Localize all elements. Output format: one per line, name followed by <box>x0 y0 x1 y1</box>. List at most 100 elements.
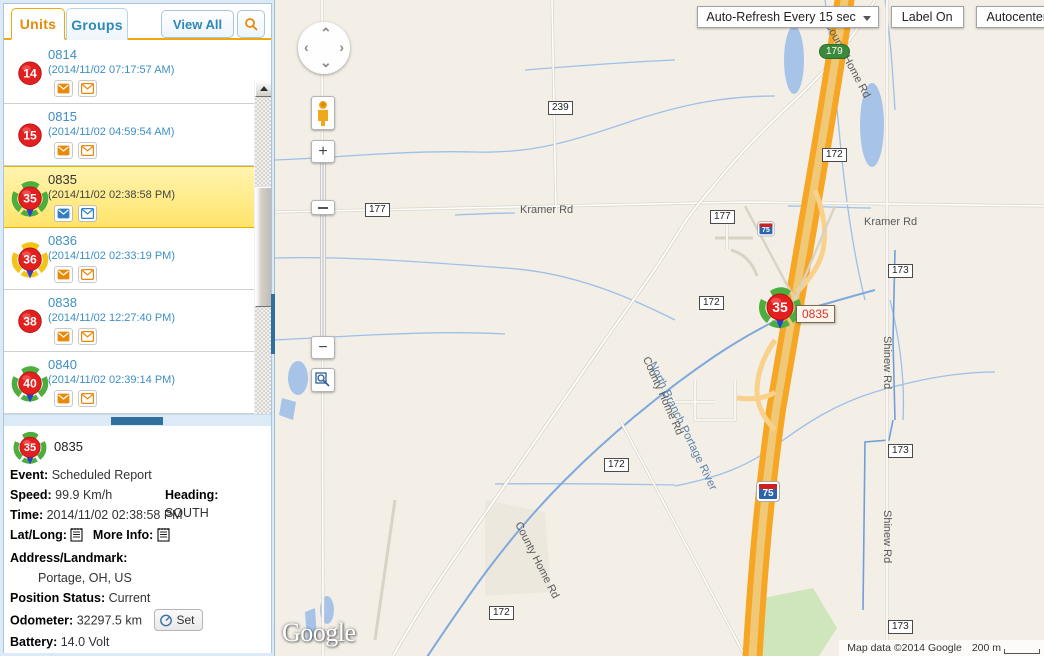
unit-name-link[interactable]: 0838 <box>48 295 77 310</box>
horizontal-splitter[interactable] <box>4 414 271 426</box>
unit-row-0814[interactable]: 14 0814 (2014/11/02 07:17:57 AM) <box>4 42 254 104</box>
left-panel: Units Groups View All 14 0814 (2014/11/02 … <box>0 0 277 656</box>
unit-row-0835[interactable]: 35 0835 (2014/11/02 02:38:58 PM) <box>4 166 254 228</box>
unit-name-link[interactable]: 0836 <box>48 233 77 248</box>
unit-row-0838[interactable]: 38 0838 (2014/11/02 12:27:40 PM) <box>4 290 254 352</box>
message-icon[interactable] <box>54 390 73 407</box>
tab-groups[interactable]: Groups <box>66 8 128 40</box>
svg-text:14: 14 <box>23 67 37 81</box>
horizontal-splitter-grip[interactable] <box>111 417 163 425</box>
time-label: Time: <box>10 508 44 522</box>
triangle-up-icon <box>259 86 268 91</box>
map-unit-label[interactable]: 0835 <box>796 305 835 323</box>
unit-marker-icon: 40 <box>10 364 50 404</box>
attribution-text: Map data ©2014 Google <box>847 642 962 654</box>
unit-row-0840[interactable]: 40 0840 (2014/11/02 02:39:14 PM) <box>4 352 254 414</box>
envelope-icon[interactable] <box>78 80 97 97</box>
unit-list-scrollbar[interactable] <box>254 80 271 414</box>
svg-text:15: 15 <box>23 129 37 143</box>
address-value: Portage, OH, US <box>38 571 132 585</box>
time-value: 2014/11/02 02:38:58 PM <box>46 508 183 522</box>
pan-right-icon[interactable]: › <box>339 39 344 55</box>
message-icon[interactable] <box>54 142 73 159</box>
unit-name-link[interactable]: 0835 <box>48 172 77 187</box>
detail-speed-row: Speed: 99.9 Km/h Heading: SOUTH <box>10 486 265 520</box>
search-button[interactable] <box>237 10 265 38</box>
set-odometer-button[interactable]: Set <box>153 609 203 631</box>
label-toggle-button[interactable]: Label On <box>890 6 964 28</box>
svg-text:35: 35 <box>24 442 36 454</box>
zoom-in-button[interactable]: + <box>311 140 335 163</box>
pegman-icon[interactable] <box>311 96 335 130</box>
sidebar-tabbar: Units Groups View All <box>4 4 271 40</box>
unit-timestamp: (2014/11/02 02:38:58 PM) <box>48 189 175 201</box>
detail-header: 35 0835 <box>10 430 265 465</box>
map-scale-bar: 200 m <box>972 642 1040 654</box>
view-all-button[interactable]: View All <box>161 10 234 38</box>
envelope-icon[interactable] <box>78 266 97 283</box>
unit-action-buttons <box>54 328 97 345</box>
unit-row-0815[interactable]: 15 0815 (2014/11/02 04:59:54 AM) <box>4 104 254 166</box>
envelope-icon[interactable] <box>78 142 97 159</box>
google-logo: Google <box>282 618 356 647</box>
map-road-label: Shinew Rd <box>881 510 893 564</box>
zoom-out-button[interactable]: − <box>311 336 335 359</box>
pan-control[interactable]: ⌃ ⌄ ‹ › <box>298 22 350 74</box>
detail-event-row: Event: Scheduled Report <box>10 466 265 484</box>
more-info-document-icon[interactable] <box>157 527 170 547</box>
tab-units-label: Units <box>19 15 57 32</box>
unit-list[interactable]: 14 0814 (2014/11/02 07:17:57 AM) 15 0815 (201… <box>4 42 271 414</box>
svg-text:35: 35 <box>23 192 37 206</box>
detail-unit-name: 0835 <box>54 439 83 454</box>
pan-left-icon[interactable]: ‹ <box>304 39 309 55</box>
unit-action-buttons <box>54 266 97 283</box>
unit-row-0836[interactable]: 36 0836 (2014/11/02 02:33:19 PM) <box>4 228 254 290</box>
autocenter-button[interactable]: Autocenter <box>975 6 1044 28</box>
set-label: Set <box>176 613 195 627</box>
zoom-slider-track[interactable] <box>320 162 326 338</box>
zoom-slider-thumb[interactable] <box>311 200 335 215</box>
message-icon[interactable] <box>54 266 73 283</box>
tab-groups-label: Groups <box>71 16 123 33</box>
message-icon[interactable] <box>54 328 73 345</box>
autocenter-text: Autocenter <box>986 10 1044 24</box>
unit-action-buttons <box>54 205 97 222</box>
interstate-75-shield-small: 75 <box>758 222 774 236</box>
label-toggle-text: Label On <box>901 10 953 24</box>
envelope-icon[interactable] <box>78 390 97 407</box>
latlong-label: Lat/Long: <box>10 528 67 542</box>
pan-up-icon[interactable]: ⌃ <box>320 25 332 42</box>
unit-name-link[interactable]: 0814 <box>48 47 77 62</box>
message-icon[interactable] <box>54 205 73 222</box>
scrollbar-thumb[interactable] <box>255 187 271 307</box>
envelope-icon[interactable] <box>78 205 97 222</box>
auto-refresh-dropdown[interactable]: Auto-Refresh Every 15 sec <box>697 6 879 28</box>
latlong-document-icon[interactable] <box>70 527 84 547</box>
heading-label: Heading: <box>165 488 219 502</box>
message-icon[interactable] <box>54 80 73 97</box>
unit-detail-panel: 35 0835 Event: Scheduled Report Speed: 9… <box>4 426 271 653</box>
unit-timestamp: (2014/11/02 02:39:14 PM) <box>48 374 175 386</box>
unit-marker-icon: 35 <box>10 179 50 219</box>
unit-timestamp: (2014/11/02 07:17:57 AM) <box>48 64 175 76</box>
view-all-label: View All <box>172 16 223 32</box>
svg-text:40: 40 <box>23 377 37 391</box>
map-route-shield: 172 <box>489 606 514 620</box>
envelope-icon[interactable] <box>78 328 97 345</box>
unit-name-link[interactable]: 0815 <box>48 109 77 124</box>
map-road-label: Shinew Rd <box>881 336 893 390</box>
detail-battery-row: Battery: 14.0 Volt <box>10 633 265 651</box>
map-route-shield: 173 <box>888 620 913 634</box>
unit-action-buttons <box>54 80 97 97</box>
unit-name-link[interactable]: 0840 <box>48 357 77 372</box>
rectangle-zoom-icon[interactable] <box>311 368 335 392</box>
unit-marker-icon: 14 <box>10 54 50 94</box>
map-canvas[interactable]: Auto-Refresh Every 15 sec Label On Autoc… <box>275 0 1044 656</box>
scroll-up-button[interactable] <box>255 80 271 97</box>
map-route-shield: 177 <box>365 203 390 217</box>
detail-address-value-row: Portage, OH, US <box>10 569 265 587</box>
tab-units[interactable]: Units <box>11 8 65 40</box>
scale-line <box>1004 649 1040 654</box>
map-tiles <box>275 0 1044 656</box>
pan-down-icon[interactable]: ⌄ <box>320 54 332 71</box>
